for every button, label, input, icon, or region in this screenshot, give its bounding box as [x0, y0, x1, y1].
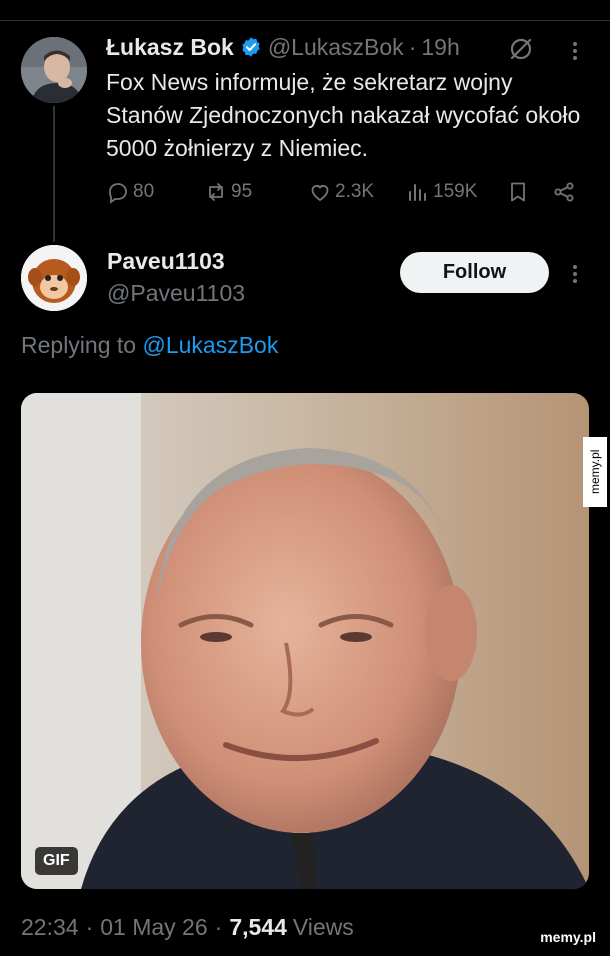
like-action[interactable]: 2.3K [308, 180, 374, 204]
share-action[interactable] [552, 180, 579, 204]
like-count: 2.3K [335, 181, 375, 202]
reply-more-icon[interactable] [572, 262, 578, 286]
meta-separator-1: · [85, 914, 94, 940]
views-icon [409, 184, 426, 201]
share-icon [554, 182, 574, 202]
post-views-label: Views [292, 914, 354, 940]
parent-author-name[interactable]: Łukasz Bok [106, 34, 234, 61]
corner-watermark: memy.pl [540, 929, 596, 945]
gif-badge: GIF [35, 847, 78, 875]
repost-count: 95 [231, 181, 253, 202]
avatar-lukasz-bok[interactable] [21, 37, 87, 103]
separator-dot: · [408, 33, 417, 60]
parent-header: Łukasz Bok @LukaszBok · 19h [106, 32, 460, 62]
side-watermark: memy.pl [583, 437, 607, 507]
replying-to-line: Replying to @LukaszBok [21, 332, 278, 359]
post-date[interactable]: 01 May 26 [100, 914, 207, 941]
post-views-count: 7,544 [229, 914, 287, 940]
thread-line [53, 106, 55, 242]
like-icon [311, 185, 329, 202]
tweet-meta: 22:34 · 01 May 26 · 7,544 Views [21, 914, 354, 941]
bookmark-action[interactable] [506, 180, 533, 204]
reply-author-name[interactable]: Paveu1103 [107, 248, 225, 275]
follow-button[interactable]: Follow [400, 252, 549, 293]
verified-badge-icon [242, 37, 260, 57]
avatar-paveu1103[interactable] [21, 245, 87, 311]
parent-author-handle[interactable]: @LukaszBok [268, 34, 404, 61]
views-action[interactable]: 159K [406, 180, 477, 204]
reply-icon [109, 183, 127, 204]
reply-action[interactable]: 80 [106, 180, 154, 204]
repost-action[interactable]: 95 [204, 180, 252, 204]
parent-more-icon[interactable] [572, 39, 578, 63]
bookmark-icon [511, 182, 525, 202]
post-time[interactable]: 22:34 [21, 914, 79, 941]
parent-timestamp[interactable]: 19h [421, 34, 459, 61]
meta-separator-2: · [214, 914, 223, 940]
reply-count: 80 [133, 181, 155, 202]
replying-prefix: Replying to [21, 332, 137, 358]
top-divider [0, 0, 610, 21]
parent-tweet-text: Fox News informuje, że sekretarz wojny S… [106, 69, 581, 161]
parent-action-bar: 80 95 2.3K 159K [106, 180, 586, 210]
reply-gif-media[interactable]: GIF [21, 393, 589, 889]
gif-image [21, 393, 589, 889]
grok-icon[interactable] [508, 36, 534, 62]
views-count: 159K [433, 181, 478, 202]
replying-mention-link[interactable]: @LukaszBok [142, 332, 278, 358]
repost-icon [209, 183, 223, 201]
reply-author-handle[interactable]: @Paveu1103 [107, 280, 245, 307]
